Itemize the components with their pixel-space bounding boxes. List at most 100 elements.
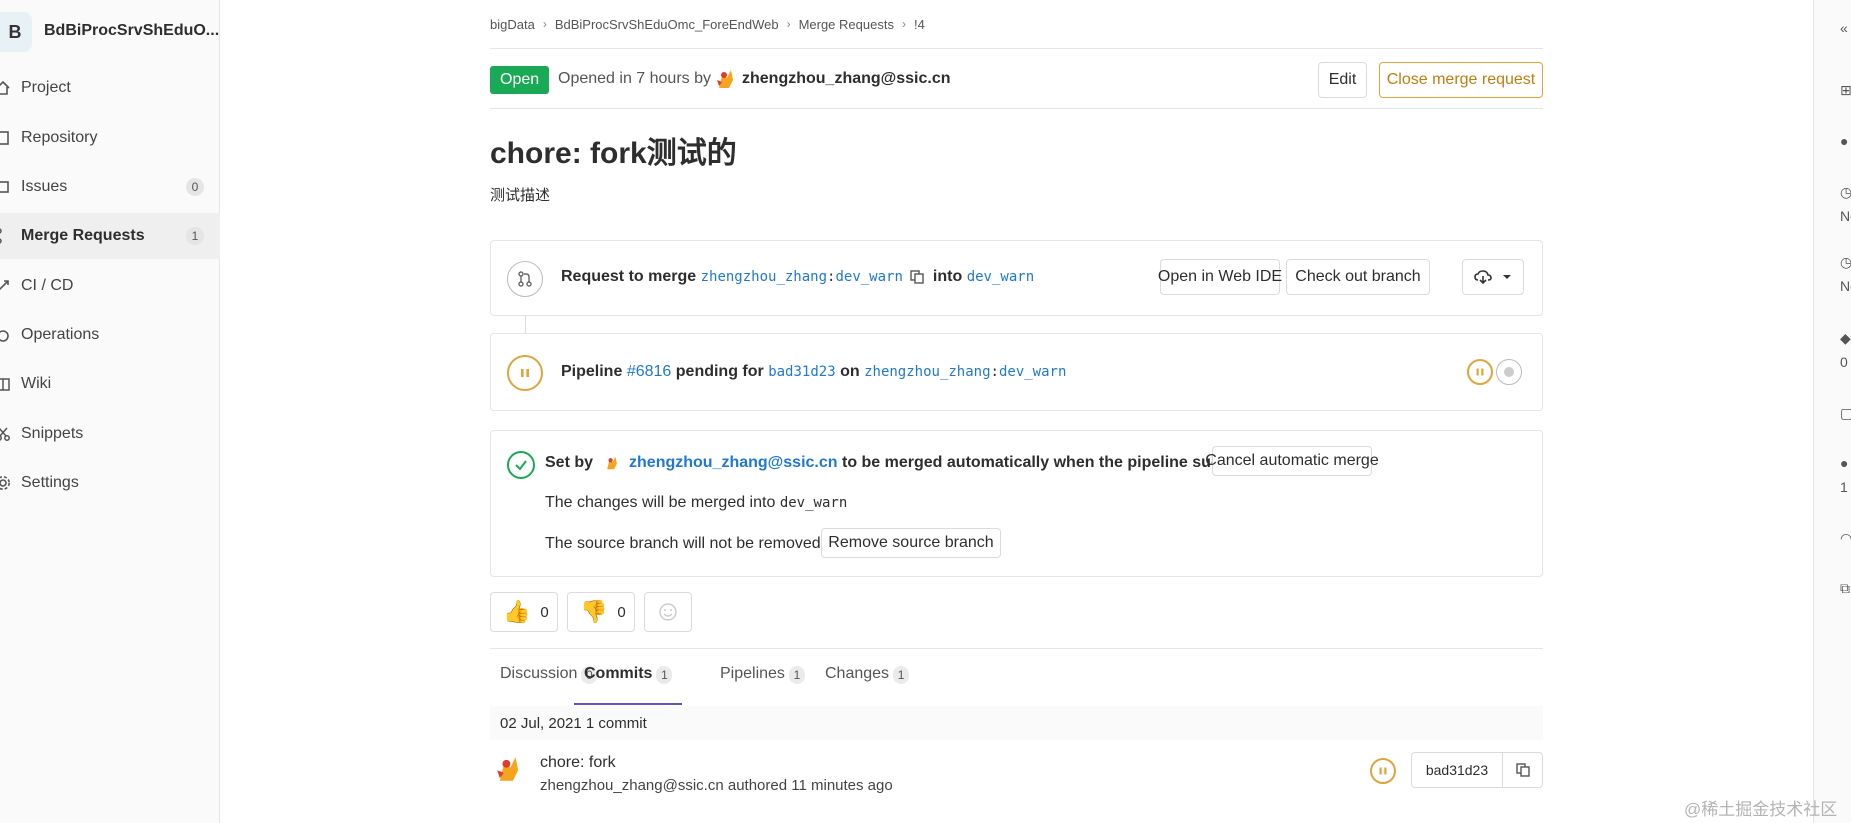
chevron-down-icon <box>1503 275 1511 279</box>
author-avatar[interactable] <box>713 66 739 92</box>
watermark: @稀土掘金技术社区 <box>1684 800 1838 819</box>
source-branch-link[interactable]: dev_warn <box>835 269 902 285</box>
source-namespace-link[interactable]: zhengzhou_zhang <box>701 269 827 285</box>
thumbs-up-button[interactable]: 👍 0 <box>490 592 558 632</box>
pipeline-pending-icon[interactable] <box>507 355 543 391</box>
tab-changes[interactable]: Changes 1 <box>825 665 910 705</box>
tab-label: Pipelines <box>720 665 785 682</box>
merged-into-branch: dev_warn <box>779 495 848 511</box>
add-reaction-button[interactable] <box>644 592 692 632</box>
user-avatar[interactable] <box>603 454 621 472</box>
download-dropdown-button[interactable] <box>1462 259 1524 295</box>
target-branch-link[interactable]: dev_warn <box>967 269 1034 285</box>
auto-merge-user-link[interactable]: zhengzhou_zhang@ssic.cn <box>629 454 838 472</box>
sidebar-item-issues[interactable]: Issues 0 <box>0 164 220 210</box>
merge-request-widget: Request to merge zhengzhou_zhang: dev_war… <box>490 240 1543 316</box>
remove-source-branch-button[interactable]: Remove source branch <box>821 528 1001 558</box>
notifications-icon[interactable]: ◠ <box>1840 530 1851 547</box>
collapse-sidebar-icon[interactable]: « <box>1840 20 1848 36</box>
list-item: chore: fork zhengzhou_zhang@ssic.cn auth… <box>490 740 1543 823</box>
sidebar-item-label: Issues <box>21 178 68 195</box>
tab-count-badge: 1 <box>656 666 673 684</box>
check-out-branch-button[interactable]: Check out branch <box>1286 259 1430 295</box>
book-icon <box>0 129 12 147</box>
thumbs-up-count: 0 <box>540 603 549 621</box>
commit-author-link[interactable]: zhengzhou_zhang@ssic.cn <box>540 777 724 794</box>
thumbs-up-icon: 👍 <box>503 599 531 624</box>
pipeline-on-text: on <box>840 363 860 380</box>
breadcrumb: bigData › BdBiProcSrvShEduOmc_ForeEndWeb… <box>490 14 925 34</box>
sidebar-item-ci-cd[interactable]: CI / CD <box>0 263 220 309</box>
open-in-web-ide-button[interactable]: Open in Web IDE <box>1158 259 1282 295</box>
tab-commits[interactable]: Commits 1 <box>574 665 683 705</box>
time-estimate-value: Nor <box>1840 208 1851 224</box>
pipeline-branch-link[interactable]: dev_warn <box>999 364 1066 380</box>
thumbs-down-icon: 👎 <box>580 599 608 624</box>
participants-icon[interactable]: ● <box>1840 455 1848 471</box>
home-icon <box>0 79 12 97</box>
left-sidebar: B BdBiProcSrvShEduO... Project Repositor… <box>0 0 220 823</box>
sidebar-item-merge-requests[interactable]: Merge Requests 1 <box>0 213 220 259</box>
project-avatar: B <box>0 12 32 52</box>
main-content: bigData › BdBiProcSrvShEduOmc_ForeEndWeb… <box>490 0 1543 823</box>
sidebar-item-label: CI / CD <box>21 277 74 294</box>
pipeline-status-text: pending for <box>675 363 764 380</box>
merge-request-summary: Request to merge zhengzhou_zhang: dev_war… <box>561 268 1035 285</box>
stage-pending-icon[interactable] <box>1467 359 1493 385</box>
copy-icon <box>1515 763 1530 777</box>
edit-button[interactable]: Edit <box>1318 62 1367 98</box>
sidebar-item-project[interactable]: Project <box>0 65 220 111</box>
pipeline-id-link[interactable]: #6816 <box>627 363 672 381</box>
set-by-text: Set by <box>545 454 594 471</box>
pipeline-namespace-link[interactable]: zhengzhou_zhang <box>864 364 990 380</box>
copy-reference-icon[interactable]: ⧉ <box>1840 580 1850 597</box>
auto-merge-widget: Set by zhengzhou_zhang@ssic.cn to be mer… <box>490 430 1543 577</box>
tab-count-badge: 1 <box>893 666 910 684</box>
copy-icon[interactable] <box>909 269 925 285</box>
commit-sha-button[interactable]: bad31d23 <box>1411 752 1503 788</box>
scissors-icon <box>0 425 12 443</box>
sidebar-item-snippets[interactable]: Snippets <box>0 411 220 457</box>
thumbs-down-button[interactable]: 👎 0 <box>567 592 635 632</box>
sidebar-item-label: Merge Requests <box>21 227 145 244</box>
labels-icon[interactable]: ◆ <box>1840 330 1851 347</box>
assignee-icon[interactable]: ● <box>1840 133 1848 149</box>
auto-merge-message: to be merged automatically when the pipe… <box>841 454 1266 471</box>
merged-into-text: The changes will be merged into <box>545 494 776 511</box>
merge-request-icon <box>507 261 543 297</box>
todo-add-icon[interactable]: ⊞ <box>1840 82 1851 99</box>
stage-created-icon[interactable] <box>1496 359 1522 385</box>
commit-title-link[interactable]: chore: fork <box>540 754 616 772</box>
breadcrumb-mr-id[interactable]: !4 <box>914 17 925 32</box>
sidebar-item-wiki[interactable]: Wiki <box>0 361 220 407</box>
lock-icon[interactable]: ▢ <box>1840 405 1851 422</box>
sidebar-project-header[interactable]: B BdBiProcSrvShEduO... <box>0 12 220 52</box>
close-merge-request-button[interactable]: Close merge request <box>1379 62 1543 98</box>
download-icon <box>1474 270 1492 285</box>
widget-connector <box>525 316 526 333</box>
commit-pipeline-pending-icon[interactable] <box>1370 758 1396 784</box>
sidebar-item-operations[interactable]: Operations <box>0 312 220 358</box>
page-title: chore: fork测试的 <box>490 137 737 170</box>
author-name-link[interactable]: zhengzhou_zhang@ssic.cn <box>742 70 951 88</box>
rocket-icon <box>0 277 12 295</box>
mr-description: 测试描述 <box>490 187 551 204</box>
issues-icon <box>0 178 12 196</box>
tab-count-badge: 1 <box>788 666 805 684</box>
cancel-automatic-merge-button[interactable]: Cancel automatic merge <box>1205 446 1379 476</box>
commit-author-avatar[interactable] <box>492 750 526 788</box>
breadcrumb-group[interactable]: bigData <box>490 17 535 32</box>
tab-pipelines[interactable]: Pipelines 1 <box>720 665 805 705</box>
divider <box>490 48 1543 49</box>
sidebar-item-label: Wiki <box>21 375 52 392</box>
sidebar-item-settings[interactable]: Settings <box>0 460 220 506</box>
breadcrumb-merge-requests[interactable]: Merge Requests <box>799 17 894 32</box>
copy-sha-button[interactable] <box>1502 752 1543 788</box>
gear-icon <box>0 474 12 492</box>
milestone-icon[interactable]: ◷ <box>1840 184 1851 201</box>
breadcrumb-project[interactable]: BdBiProcSrvShEduOmc_ForeEndWeb <box>555 17 779 32</box>
commit-sha-link[interactable]: bad31d23 <box>768 364 835 380</box>
mr-tabs: Discussion 0 Commits 1 Pipelines 1 Chang… <box>490 648 1543 705</box>
time-tracking-icon[interactable]: ◷ <box>1840 254 1851 271</box>
sidebar-item-repository[interactable]: Repository <box>0 115 220 161</box>
